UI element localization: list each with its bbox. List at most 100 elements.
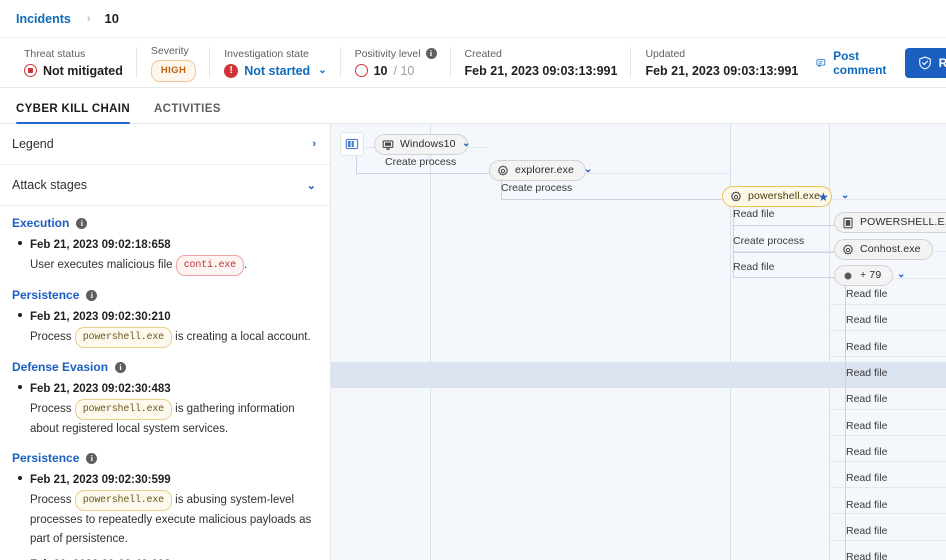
investigation-state-value-wrap[interactable]: ! Not started ⌄ — [224, 63, 326, 79]
bullet-icon — [18, 313, 22, 317]
info-icon[interactable]: i — [76, 218, 87, 229]
graph-edge-label: Read file — [846, 499, 887, 511]
attack-stages-panel: Legend › Attack stages ⌄ Execution i Feb 2… — [0, 124, 331, 560]
updated-cell: Updated Feb 21, 2023 09:03:13:991 — [631, 38, 812, 87]
severity-label: Severity — [151, 44, 196, 58]
graph-edge-label: Read file — [846, 551, 887, 560]
positivity-level-value: 10 — [374, 63, 388, 79]
stage-event: Feb 21, 2023 09:02:18:658User executes m… — [12, 237, 318, 276]
event-description: User executes malicious file conti.exe. — [30, 255, 318, 276]
positivity-level-value-wrap: 10 / 10 — [355, 63, 437, 79]
graph-row-separator — [829, 540, 946, 541]
favorite-star-icon[interactable]: ★ — [818, 190, 829, 204]
graph-edge-label: Read file — [846, 393, 887, 405]
graph-node-label: explorer.exe — [515, 165, 574, 176]
stage-list: Execution i Feb 21, 2023 09:02:18:658User … — [0, 206, 330, 560]
breadcrumb: Incidents › 10 — [0, 0, 946, 38]
positivity-level-cell: Positivity level i 10 / 10 — [341, 38, 451, 87]
stage-name: Execution — [12, 216, 69, 230]
event-description: Process powershell.exe is creating a loc… — [30, 327, 318, 348]
tab-cyber-kill-chain[interactable]: CYBER KILL CHAIN — [16, 103, 130, 123]
graph-node-conhost[interactable]: Conhost.exe — [834, 239, 933, 260]
stage-name: Persistence — [12, 451, 79, 465]
info-icon[interactable]: i — [115, 362, 126, 373]
tab-activities[interactable]: ACTIVITIES — [154, 103, 221, 123]
graph-row-separator — [829, 513, 946, 514]
investigation-state-value[interactable]: Not started — [244, 63, 310, 79]
malicious-file-pill[interactable]: conti.exe — [176, 255, 244, 276]
severity-cell: Severity HIGH — [137, 38, 210, 87]
shield-check-icon — [918, 56, 932, 70]
positivity-level-label: Positivity level i — [355, 47, 437, 61]
graph-edge — [733, 225, 834, 226]
post-comment-button[interactable]: Post comment — [812, 43, 894, 83]
process-pill[interactable]: powershell.exe — [75, 490, 172, 511]
info-icon[interactable]: i — [426, 48, 437, 59]
investigation-state-label: Investigation state — [224, 47, 326, 61]
stage-event: Feb 21, 2023 09:02:30:599Process powersh… — [12, 472, 318, 549]
event-timestamp-row: Feb 21, 2023 09:02:18:658 — [18, 237, 318, 254]
attack-stages-title: Attack stages — [12, 178, 87, 192]
threat-status-label: Threat status — [24, 47, 123, 61]
graph-node-more-nodes[interactable]: + 79 — [834, 265, 893, 286]
threat-not-mitigated-icon — [24, 64, 37, 77]
file-icon — [842, 217, 854, 229]
chevron-right-icon[interactable]: › — [312, 138, 316, 150]
chevron-down-icon[interactable]: ⌄ — [841, 190, 849, 201]
stage-header: Execution i — [12, 216, 318, 230]
graph-row-separator — [829, 330, 946, 331]
process-gear-icon — [497, 165, 509, 177]
process-gear-icon — [842, 244, 854, 256]
graph-node-powershell[interactable]: powershell.exe — [722, 186, 832, 207]
remediate-entire-incident-button[interactable]: Remediate entire incident — [905, 48, 946, 78]
legend-title: Legend — [12, 137, 54, 151]
investigation-state-cell: Investigation state ! Not started ⌄ — [210, 38, 340, 87]
legend-accordion[interactable]: Legend › — [0, 124, 330, 165]
process-pill[interactable]: powershell.exe — [75, 399, 172, 420]
threat-status-value: Not mitigated — [43, 63, 123, 79]
info-icon[interactable]: i — [86, 453, 97, 464]
header-actions: Post comment Remediate entire incident — [812, 38, 946, 87]
event-description: Process powershell.exe is gathering info… — [30, 399, 318, 439]
chevron-down-icon[interactable]: ⌄ — [307, 179, 316, 192]
graph-row-separator — [829, 356, 946, 357]
graph-edge-label: Read file — [846, 341, 887, 353]
chevron-down-icon[interactable]: ⌄ — [897, 269, 905, 280]
content-area: Legend › Attack stages ⌄ Execution i Feb 2… — [0, 124, 946, 560]
chevron-down-icon[interactable]: ⌄ — [584, 164, 592, 175]
graph-edge-label: Create process — [733, 235, 804, 247]
post-comment-label: Post comment — [833, 49, 891, 77]
collapsed-group-icon — [842, 270, 854, 282]
stage-header: Defense Evasioni — [12, 360, 318, 374]
tab-bar: CYBER KILL CHAIN ACTIVITIES — [0, 88, 946, 124]
breadcrumb-separator-icon: › — [87, 13, 91, 25]
created-value: Feb 21, 2023 09:03:13:991 — [465, 63, 618, 79]
stage-event: Feb 21, 2023 09:02:30:210Process powersh… — [12, 309, 318, 348]
positivity-ring-icon — [355, 64, 368, 77]
graph-row-separator — [829, 435, 946, 436]
graph-node-label: POWERSHELL.E... — [860, 217, 946, 228]
graph-node-label: Windows10 — [400, 139, 456, 150]
graph-node-powershell-file[interactable]: POWERSHELL.E... — [834, 212, 946, 233]
event-timestamp-row: Feb 21, 2023 09:02:30:599 — [18, 472, 318, 489]
stage-name: Persistence — [12, 288, 79, 302]
stage-event: Feb 21, 2023 09:02:30:483Process powersh… — [12, 381, 318, 439]
graph-node-explorer[interactable]: explorer.exe — [489, 160, 586, 181]
breadcrumb-incidents-link[interactable]: Incidents — [16, 12, 71, 26]
attack-stages-accordion[interactable]: Attack stages ⌄ — [0, 165, 330, 206]
info-icon[interactable]: i — [86, 290, 97, 301]
graph-node-windows10[interactable]: Windows10 — [374, 134, 468, 155]
chevron-down-icon[interactable]: ⌄ — [318, 63, 326, 79]
created-cell: Created Feb 21, 2023 09:03:13:991 — [451, 38, 632, 87]
incident-summary-bar: Threat status Not mitigated Severity HIG… — [0, 38, 946, 88]
process-gear-icon — [730, 191, 742, 203]
chevron-down-icon[interactable]: ⌄ — [462, 138, 470, 149]
process-pill[interactable]: powershell.exe — [75, 327, 172, 348]
panel-toggle-icon[interactable] — [340, 132, 364, 156]
graph-edge-label: Read file — [846, 420, 887, 432]
event-timestamp: Feb 21, 2023 09:02:30:483 — [30, 381, 171, 398]
graph-row-separator — [829, 487, 946, 488]
bullet-icon — [18, 241, 22, 245]
stage-header: Persistence i — [12, 451, 318, 465]
process-tree-graph[interactable]: Create processCreate processRead fileCre… — [331, 124, 946, 560]
